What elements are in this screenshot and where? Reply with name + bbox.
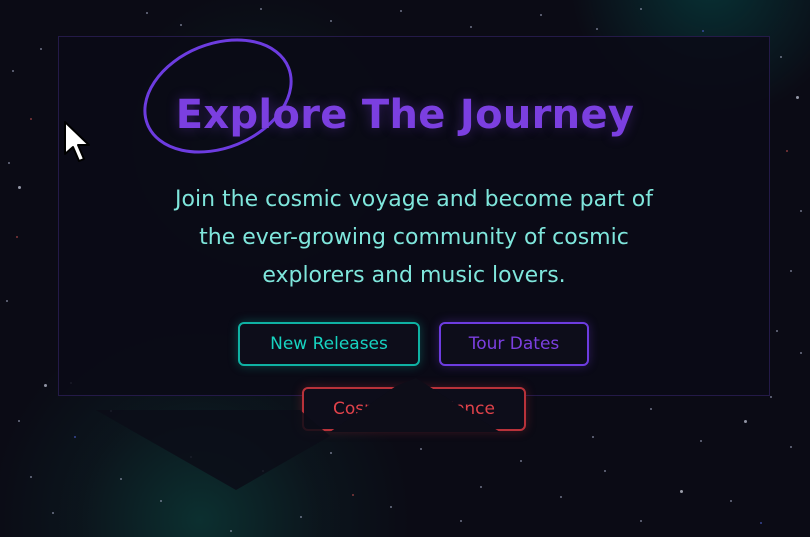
page-title: Explore The Journey [175, 92, 635, 138]
cosmic-experience-button[interactable]: Cosmic Experience [302, 387, 526, 431]
tour-dates-button[interactable]: Tour Dates [439, 322, 589, 366]
hero-description: Join the cosmic voyage and become part o… [175, 187, 653, 288]
mouse-pointer-icon [64, 121, 90, 162]
page-background: Explore The Journey Join the cosmic voya… [0, 0, 810, 537]
new-releases-button[interactable]: New Releases [238, 322, 420, 366]
